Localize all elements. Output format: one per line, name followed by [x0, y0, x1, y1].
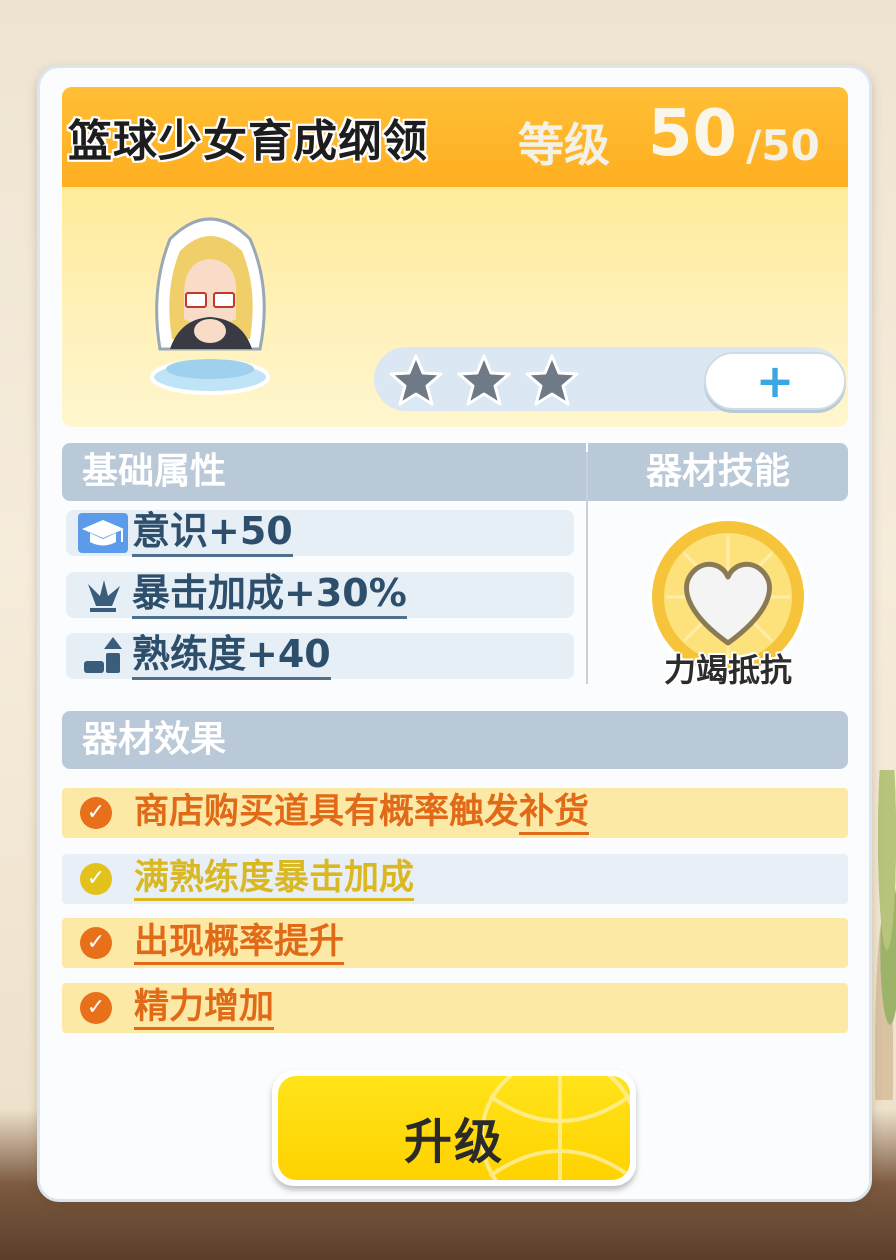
attribute-row[interactable]: 意识+50	[66, 508, 574, 557]
level-label: 等级	[518, 118, 610, 172]
effect-link[interactable]: 出现概率提升	[134, 922, 345, 965]
proficiency-up-icon	[84, 637, 122, 673]
add-star-button[interactable]: +	[704, 352, 846, 410]
character-acrylic-stand-icon	[150, 217, 270, 395]
upgrade-button-face: 升级	[278, 1076, 630, 1180]
upgrade-button[interactable]: 升级	[272, 1070, 636, 1186]
upgrade-label: 升级	[403, 1114, 504, 1170]
crit-burst-icon	[88, 580, 120, 612]
title-bar: 篮球少女育成纲领 等级 50 /50	[62, 87, 848, 187]
equipment-header: 篮球少女育成纲领 等级 50 /50 +	[62, 87, 848, 427]
equipment-name: 篮球少女育成纲领	[68, 116, 428, 167]
plus-icon: +	[755, 354, 795, 408]
effect-text: 满熟练度暴击加成	[134, 854, 415, 902]
effect-link[interactable]: 满熟练度暴击加成	[134, 858, 415, 901]
attribute-row[interactable]: 熟练度+40	[66, 631, 574, 680]
equipment-skill-name: 力竭抵抗	[663, 651, 792, 689]
basic-attributes-header: 基础属性	[62, 443, 586, 501]
check-icon: ✓	[80, 927, 112, 959]
star-empty-icon	[457, 354, 511, 406]
attribute-text: 熟练度+40	[132, 631, 331, 680]
equipment-skill-header: 器材技能	[588, 443, 848, 501]
star-empty-icon	[525, 354, 579, 406]
effect-row[interactable]: ✓ 出现概率提升	[62, 918, 848, 968]
effect-row[interactable]: ✓ 精力增加	[62, 983, 848, 1033]
effect-link[interactable]: 精力增加	[134, 987, 275, 1030]
check-icon: ✓	[80, 863, 112, 895]
effect-link[interactable]: 补货	[519, 792, 590, 835]
effect-prefix: 商店购买道具有概率触发	[134, 792, 520, 832]
level-value: 50	[648, 97, 738, 171]
attribute-text: 暴击加成+30%	[132, 570, 407, 619]
graduation-cap-icon	[78, 513, 128, 553]
effect-row[interactable]: ✓ 满熟练度暴击加成	[62, 854, 848, 904]
star-empty-icon	[389, 354, 443, 406]
level-max: /50	[746, 121, 820, 170]
attribute-row[interactable]: 暴击加成+30%	[66, 570, 574, 619]
effect-text: 出现概率提升	[134, 918, 345, 966]
effect-text: 商店购买道具有概率触发补货	[134, 788, 590, 836]
effect-row[interactable]: ✓ 商店购买道具有概率触发补货	[62, 788, 848, 838]
check-icon: ✓	[80, 992, 112, 1024]
section-divider	[586, 452, 588, 684]
check-icon: ✓	[80, 797, 112, 829]
equipment-effects-header: 器材效果	[62, 711, 848, 769]
effect-text: 精力增加	[134, 983, 275, 1031]
attribute-text: 意识+50	[132, 508, 293, 557]
